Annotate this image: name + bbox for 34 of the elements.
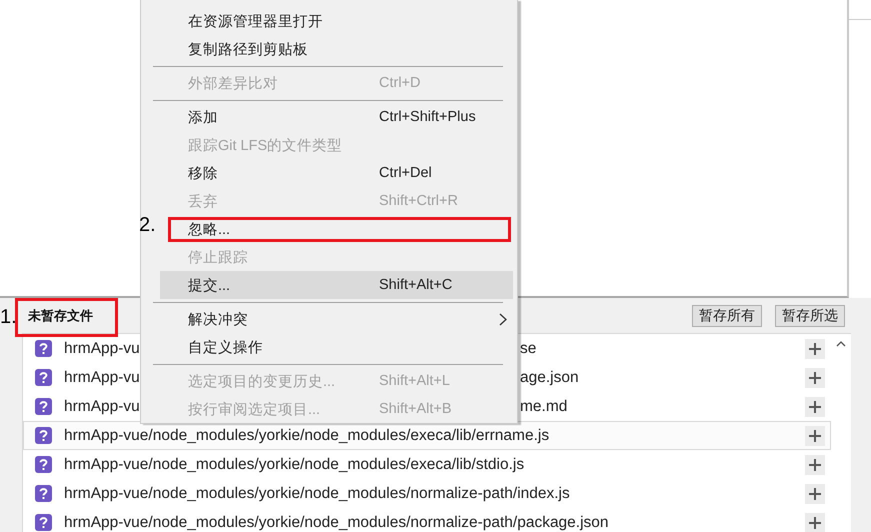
menu-shortcut: Ctrl+D (379, 75, 420, 91)
menu-label: 外部差异比对 (188, 74, 279, 92)
menu-label: 按行审阅选定项目... (188, 400, 322, 418)
menu-label: 忽略... (188, 220, 232, 238)
menu-shortcut: Shift+Ctrl+R (379, 193, 458, 209)
menu-label: 自定义操作 (188, 338, 264, 356)
file-path: hrmApp-vue/node_modules/yorkie/node_modules/execa/lib/stdio.js (64, 456, 524, 474)
step-number: 1. (0, 306, 17, 329)
menu-shortcut: Shift+Alt+L (379, 373, 450, 389)
menu-shortcut: Shift+Alt+B (379, 401, 452, 417)
file-path: hrmApp-vu (64, 340, 140, 358)
step-number: 2. (139, 214, 156, 237)
file-path: hrmApp-vue/node_modules/yorkie/node_modules/execa/lib/errname.js (64, 426, 550, 444)
menu-label: 丢弃 (188, 192, 219, 210)
menu-label: 在资源管理器里打开 (188, 12, 324, 30)
file-path: me.md (520, 398, 568, 416)
menu-label: 跟踪Git LFS的文件类型 (188, 136, 344, 154)
file-path: hrmApp-vu (64, 398, 140, 416)
file-path: hrmApp-vue/node_modules/yorkie/node_modules/normalize-path/index.js (64, 484, 570, 502)
menu-label: 提交... (188, 276, 232, 294)
menu-label: 添加 (188, 108, 219, 126)
menu-shortcut: Ctrl+Shift+Plus (379, 109, 476, 125)
menu-label: 移除 (188, 164, 219, 182)
panel-title: 未暂存文件 (28, 306, 93, 324)
file-path: hrmApp-vue/node_modules/yorkie/node_modules/normalize-path/package.json (64, 514, 609, 532)
menu-shortcut: Shift+Alt+C (379, 277, 452, 293)
menu-label: 解决冲突 (188, 310, 249, 328)
menu-label: 停止跟踪 (188, 248, 249, 266)
file-path: hrmApp-vu (64, 368, 140, 386)
menu-label: 复制路径到剪贴板 (188, 40, 309, 58)
menu-shortcut: Ctrl+Del (379, 165, 432, 181)
file-path: age.json (520, 368, 579, 386)
menu-label: 选定项目的变更历史... (188, 372, 336, 390)
file-path: se (520, 340, 536, 358)
